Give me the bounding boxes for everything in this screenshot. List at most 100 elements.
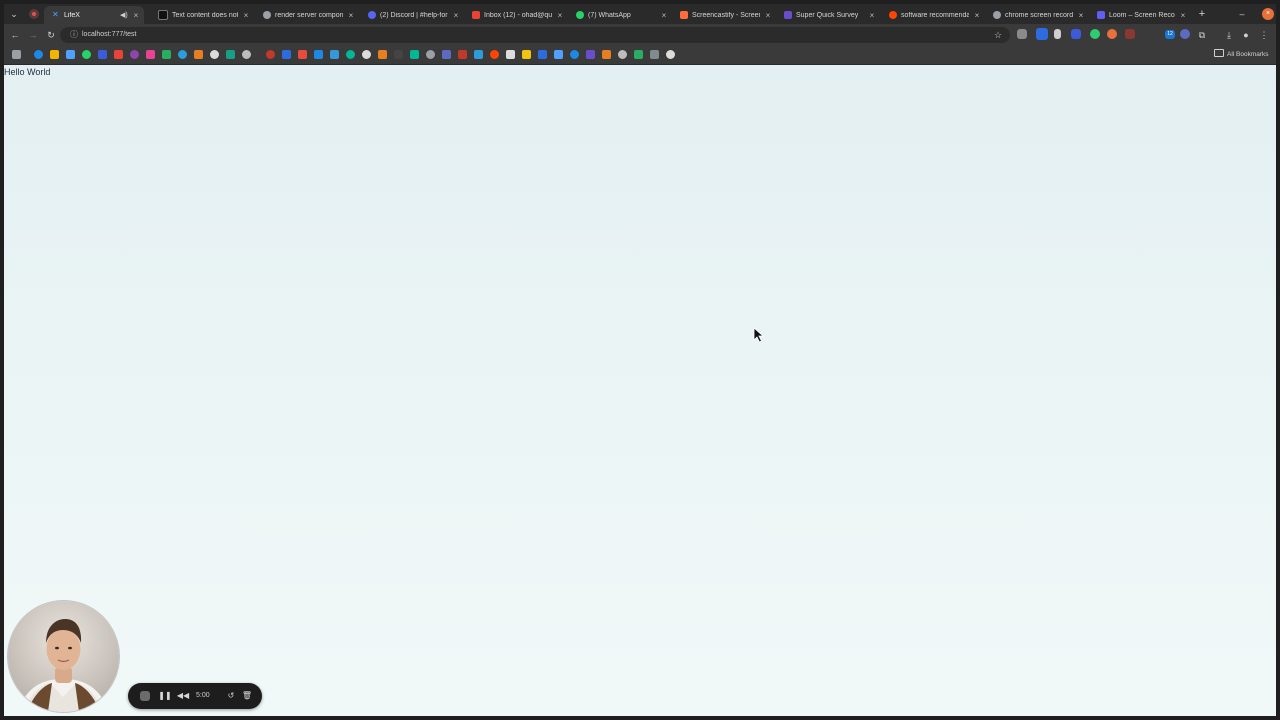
bookmark-icon[interactable] xyxy=(618,50,627,59)
download-icon[interactable]: ⤓ xyxy=(1223,28,1235,42)
apps-grid-icon[interactable] xyxy=(12,50,21,59)
bookmark-icon[interactable] xyxy=(298,50,307,59)
restart-icon[interactable]: ↺ xyxy=(224,689,238,703)
bookmark-icon[interactable] xyxy=(282,50,291,59)
site-info-icon[interactable]: ⓘ xyxy=(68,29,80,41)
bookmark-icon[interactable] xyxy=(114,50,123,59)
bookmark-icon[interactable] xyxy=(314,50,323,59)
url-text: localhost:777/test xyxy=(82,31,137,38)
bookmark-icon[interactable] xyxy=(362,50,371,59)
bookmark-icon[interactable] xyxy=(266,50,275,59)
tab-whatsapp[interactable]: (7) WhatsApp × xyxy=(568,6,672,24)
reload-icon[interactable]: ↻ xyxy=(44,28,58,42)
bookmark-icon[interactable] xyxy=(490,50,499,59)
bookmark-icon[interactable] xyxy=(50,50,59,59)
bookmark-icon[interactable] xyxy=(554,50,563,59)
close-tab-icon[interactable]: × xyxy=(347,11,355,20)
bookmark-icon[interactable] xyxy=(634,50,643,59)
bookmark-icon[interactable] xyxy=(130,50,139,59)
bookmark-icon[interactable] xyxy=(178,50,187,59)
extension-icon[interactable] xyxy=(1036,28,1048,40)
extension-badge[interactable]: 12 xyxy=(1165,30,1175,39)
window-close-icon[interactable]: × xyxy=(1262,8,1274,20)
extensions-puzzle-icon[interactable]: ⧉ xyxy=(1196,28,1208,42)
tab-lifex[interactable]: ✕ LifeX ◀) × xyxy=(44,6,144,24)
google-icon xyxy=(993,11,1001,19)
github-icon[interactable] xyxy=(210,50,219,59)
extension-icon[interactable] xyxy=(1017,29,1027,39)
webcam-bubble[interactable] xyxy=(8,601,119,712)
close-tab-icon[interactable]: × xyxy=(973,11,981,20)
bookmark-icon[interactable] xyxy=(458,50,467,59)
minimize-icon[interactable]: – xyxy=(1236,7,1248,21)
tab-loom[interactable]: Loom – Screen Recordi × xyxy=(1089,6,1191,24)
bookmark-icon[interactable] xyxy=(146,50,155,59)
back-icon[interactable]: ← xyxy=(8,28,22,42)
bookmark-icon[interactable] xyxy=(442,50,451,59)
close-tab-icon[interactable]: × xyxy=(1179,11,1187,20)
close-tab-icon[interactable]: × xyxy=(868,11,876,20)
browser-window: ⌄ ✕ LifeX ◀) × Text content does not m ×… xyxy=(4,4,1276,716)
bookmark-icon[interactable] xyxy=(66,50,75,59)
close-tab-icon[interactable]: × xyxy=(764,11,772,20)
tab-search-icon[interactable]: ⌄ xyxy=(9,8,19,20)
bookmark-icon[interactable] xyxy=(570,50,579,59)
bookmark-icon[interactable] xyxy=(226,50,235,59)
bookmark-icon[interactable] xyxy=(378,50,387,59)
tab-screencastify[interactable]: Screencastify - Screen × xyxy=(672,6,776,24)
tab-text-content[interactable]: Text content does not m × xyxy=(150,6,254,24)
new-tab-button[interactable]: + xyxy=(1196,7,1208,21)
recording-icon[interactable] xyxy=(29,9,39,19)
bookmark-star-icon[interactable]: ☆ xyxy=(992,28,1004,42)
bookmark-icon[interactable] xyxy=(394,50,403,59)
close-tab-icon[interactable]: × xyxy=(1077,11,1085,20)
tab-title: render server compone xyxy=(275,11,343,19)
bookmark-icon[interactable] xyxy=(242,50,251,59)
bookmark-icon[interactable] xyxy=(98,50,107,59)
bookmark-icon[interactable] xyxy=(586,50,595,59)
extension-icon[interactable] xyxy=(1071,29,1081,39)
bookmark-icon[interactable] xyxy=(330,50,339,59)
bookmark-icon[interactable] xyxy=(162,50,171,59)
close-tab-icon[interactable]: × xyxy=(452,11,460,20)
all-bookmarks-button[interactable]: All Bookmarks xyxy=(1214,49,1269,61)
trash-icon[interactable]: 🗑 xyxy=(240,689,254,703)
rewind-icon[interactable]: ◀◀ xyxy=(176,689,190,703)
tab-software[interactable]: software recommendat × xyxy=(881,6,985,24)
extension-icon[interactable] xyxy=(1090,29,1100,39)
tab-chrome-recorder[interactable]: chrome screen recorde × xyxy=(985,6,1089,24)
tab-survey[interactable]: Super Quick Survey × xyxy=(776,6,880,24)
close-tab-icon[interactable]: × xyxy=(556,11,564,20)
bookmark-icon[interactable] xyxy=(34,50,43,59)
close-tab-icon[interactable]: × xyxy=(660,11,668,20)
close-tab-icon[interactable]: × xyxy=(242,11,250,20)
stop-recording-button[interactable] xyxy=(140,691,150,701)
address-toolbar: ← → ↻ ⓘ localhost:777/test ☆ 12 ⧉ ⤓ ● ⋮ xyxy=(4,24,1276,46)
bookmark-icon[interactable] xyxy=(474,50,483,59)
profile-icon[interactable]: ● xyxy=(1240,28,1252,42)
bookmark-icon[interactable] xyxy=(650,50,659,59)
bookmark-icon[interactable] xyxy=(602,50,611,59)
bookmark-icon[interactable] xyxy=(194,50,203,59)
bookmark-icon[interactable] xyxy=(666,50,675,59)
extension-icon[interactable] xyxy=(1107,29,1117,39)
bookmark-icon[interactable] xyxy=(426,50,435,59)
pause-icon[interactable]: ❚❚ xyxy=(158,689,172,703)
pen-icon[interactable] xyxy=(1054,29,1061,39)
forward-icon[interactable]: → xyxy=(26,28,40,42)
close-tab-icon[interactable]: × xyxy=(132,11,140,20)
extension-icon[interactable] xyxy=(1125,29,1135,39)
bookmark-icon[interactable] xyxy=(538,50,547,59)
bookmark-icon[interactable] xyxy=(82,50,91,59)
tab-discord[interactable]: (2) Discord | #help-foru × xyxy=(360,6,464,24)
address-bar[interactable]: ⓘ localhost:777/test ☆ xyxy=(60,27,1010,43)
menu-icon[interactable]: ⋮ xyxy=(1258,28,1270,42)
audio-icon[interactable]: ◀) xyxy=(120,11,128,19)
tab-inbox[interactable]: Inbox (12) - ohad@qui × xyxy=(464,6,568,24)
bookmark-icon[interactable] xyxy=(506,50,515,59)
tab-render-server[interactable]: render server compone × xyxy=(255,6,359,24)
extension-icon[interactable] xyxy=(1180,29,1190,39)
bookmark-icon[interactable] xyxy=(410,50,419,59)
bookmark-icon[interactable] xyxy=(522,50,531,59)
bookmark-icon[interactable] xyxy=(346,50,355,59)
